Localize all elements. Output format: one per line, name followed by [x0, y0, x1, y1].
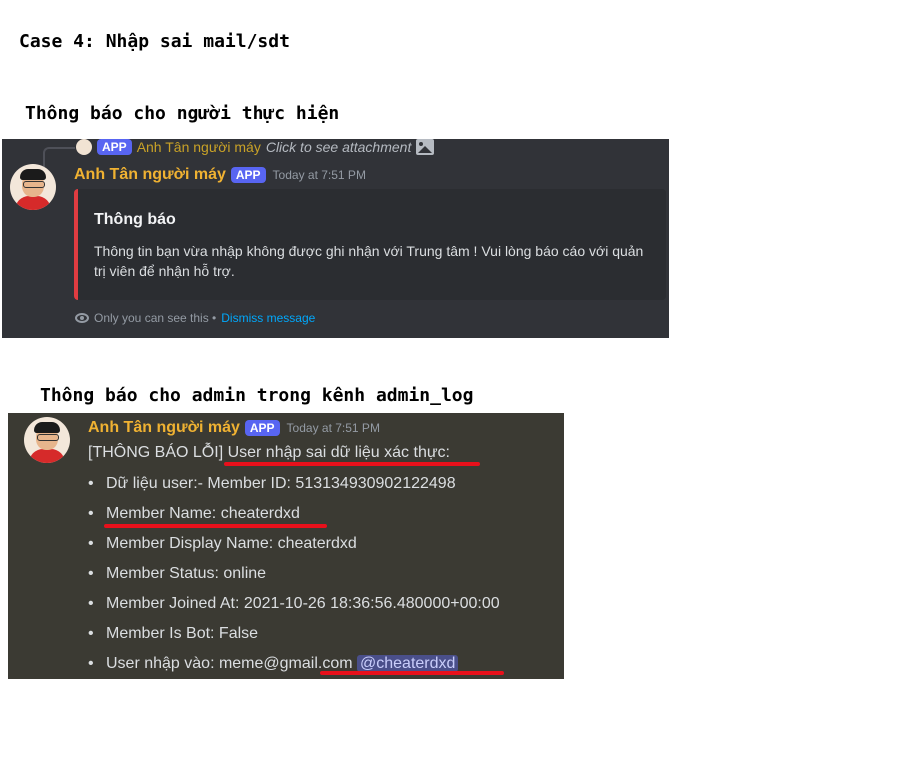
bot-name[interactable]: Anh Tân người máy: [88, 419, 240, 437]
bot-avatar[interactable]: [24, 417, 70, 463]
timestamp: Today at 7:51 PM: [272, 168, 366, 182]
error-title-line: [THÔNG BÁO LỖI] User nhập sai dữ liệu xá…: [88, 444, 450, 461]
user-notification-screenshot: APP Anh Tân người máy Click to see attac…: [2, 139, 669, 338]
annotation-underline: [104, 524, 327, 528]
reply-connector: [43, 147, 75, 167]
ephemeral-notice: Only you can see this • Dismiss message: [75, 311, 315, 325]
case-heading: Case 4: Nhập sai mail/sdt: [19, 31, 290, 52]
image-icon: [416, 139, 435, 155]
reply-author-name: Anh Tân người máy: [136, 139, 261, 155]
app-badge: APP: [244, 420, 280, 436]
user-mention[interactable]: @cheaterdxd: [357, 655, 459, 672]
list-item: Member Joined At: 2021-10-26 18:36:56.48…: [88, 595, 500, 625]
user-input-text: User nhập vào: meme@gmail.com: [106, 655, 353, 672]
embed-description: Thông tin bạn vừa nhập không được ghi nh…: [94, 243, 644, 279]
message-header: Anh Tân người máy APP Today at 7:51 PM: [88, 419, 380, 437]
timestamp: Today at 7:51 PM: [286, 421, 380, 435]
app-badge: APP: [230, 167, 266, 183]
list-item: Member Display Name: cheaterdxd: [88, 535, 500, 565]
reply-preview-text: Click to see attachment: [265, 139, 412, 155]
embed-title: Thông báo: [94, 211, 176, 228]
admin-log-screenshot: Anh Tân người máy APP Today at 7:51 PM […: [8, 413, 564, 679]
reply-avatar: [76, 139, 92, 155]
error-embed: Thông báo Thông tin bạn vừa nhập không đ…: [74, 189, 666, 300]
reply-reference[interactable]: APP Anh Tân người máy Click to see attac…: [76, 139, 435, 155]
eye-icon: [75, 313, 89, 323]
annotation-underline: [224, 462, 480, 466]
list-item: Member Status: online: [88, 565, 500, 595]
list-item-user-input: User nhập vào: meme@gmail.com @cheaterdx…: [88, 655, 500, 679]
user-data-list: Dữ liệu user:- Member ID: 51313493090212…: [88, 475, 500, 679]
reply-app-badge: APP: [97, 139, 132, 155]
bot-avatar[interactable]: [10, 164, 56, 210]
ephemeral-text: Only you can see this •: [94, 311, 217, 325]
bot-name[interactable]: Anh Tân người máy: [74, 166, 226, 184]
user-notice-heading: Thông báo cho người thực hiện: [25, 103, 340, 124]
dismiss-message-link[interactable]: Dismiss message: [221, 311, 315, 325]
list-item: Member Is Bot: False: [88, 625, 500, 655]
list-item: Member Name: cheaterdxd: [88, 505, 500, 535]
admin-notice-heading: Thông báo cho admin trong kênh admin_log: [40, 385, 474, 406]
annotation-underline: [320, 671, 504, 675]
list-item: Dữ liệu user:- Member ID: 51313493090212…: [88, 475, 500, 505]
message-header: Anh Tân người máy APP Today at 7:51 PM: [74, 166, 366, 184]
